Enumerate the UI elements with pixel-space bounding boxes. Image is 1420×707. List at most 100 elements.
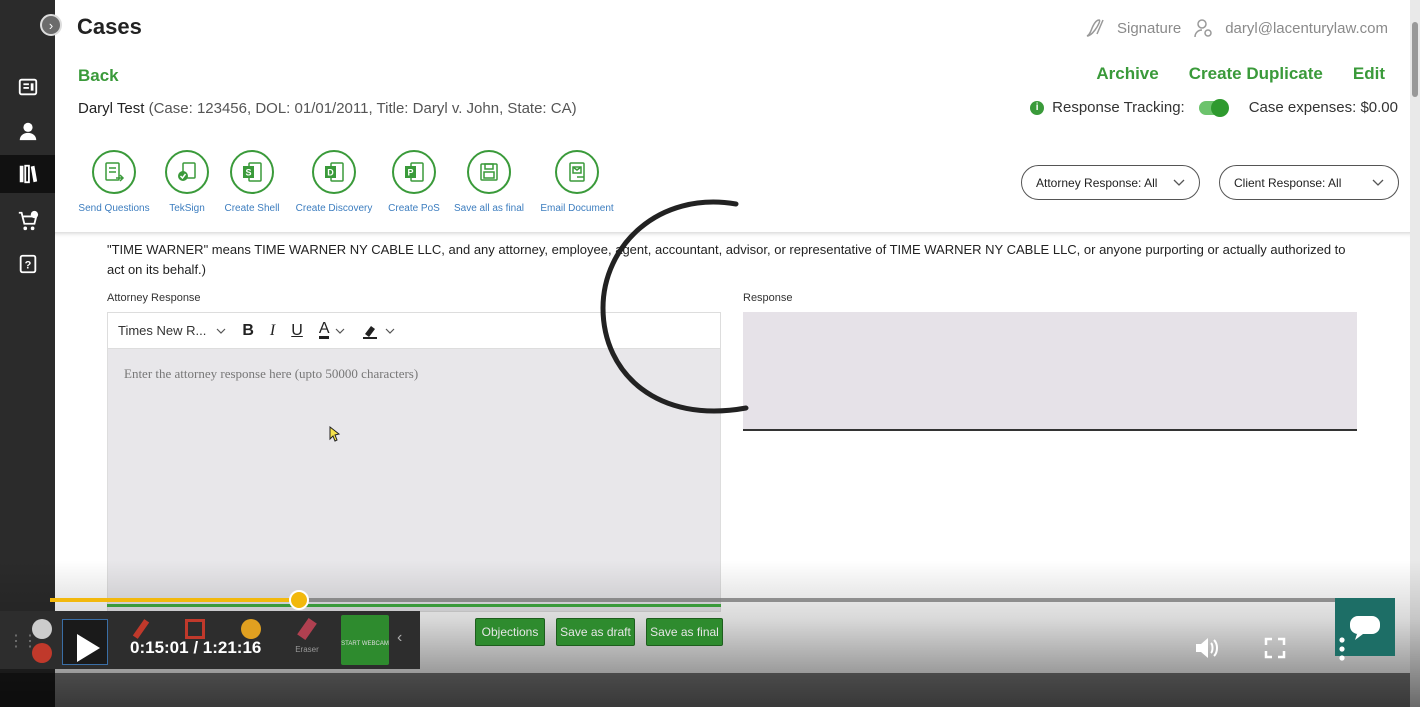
chevron-down-icon — [216, 328, 226, 334]
windows-taskbar — [0, 673, 1410, 707]
publisher-icon: P — [405, 162, 424, 182]
send-questions-label: Send Questions — [78, 203, 150, 214]
underline-button[interactable]: U — [291, 322, 303, 340]
attorney-response-filter[interactable]: Attorney Response: All — [1021, 165, 1200, 200]
teksign-label: TekSign — [169, 203, 205, 214]
signature-pen-icon — [1086, 19, 1104, 37]
cart-icon — [18, 210, 38, 231]
sidebar-collapse-button[interactable]: › — [40, 14, 62, 36]
drag-handle-icon[interactable]: ⋮⋮ — [8, 631, 38, 651]
case-detail: (Case: 123456, DOL: 01/01/2011, Title: D… — [148, 100, 577, 117]
font-family-value: Times New R... — [118, 323, 207, 338]
editor-placeholder: Enter the attorney response here (upto 5… — [124, 366, 419, 381]
sidebar-item-help[interactable]: ? — [0, 245, 55, 283]
email-document-icon — [569, 162, 585, 182]
case-info: Daryl Test (Case: 123456, DOL: 01/01/201… — [78, 100, 577, 117]
header-right: Signature daryl@lacenturylaw.com — [1083, 16, 1388, 40]
scrollbar-thumb[interactable] — [1412, 22, 1418, 97]
chevron-left-icon[interactable]: ‹ — [397, 629, 402, 647]
sidebar-item-cart[interactable] — [0, 202, 55, 240]
sidebar-item-library[interactable] — [0, 155, 55, 193]
case-actions: Archive Create Duplicate Edit — [1096, 64, 1385, 84]
highlighter-icon — [363, 325, 378, 339]
volume-icon[interactable] — [1193, 634, 1221, 662]
case-expenses: Case expenses: $0.00 — [1248, 99, 1398, 116]
pen-icon — [132, 619, 150, 639]
eraser-label: Eraser — [295, 645, 319, 654]
info-icon: i — [1030, 100, 1045, 115]
document-list-icon — [18, 78, 37, 96]
loading-spinner-icon — [600, 199, 749, 414]
excel-icon: S — [243, 162, 262, 182]
archive-button[interactable]: Archive — [1096, 64, 1158, 84]
attorney-response-label: Attorney Response — [107, 292, 201, 304]
attorney-response-filter-value: Attorney Response: All — [1036, 175, 1158, 190]
help-icon: ? — [19, 254, 36, 274]
chevron-down-icon — [336, 328, 345, 334]
mouse-cursor-icon — [329, 426, 341, 442]
teksign-button[interactable]: TekSign — [161, 150, 213, 214]
response-tracking-toggle[interactable] — [1198, 98, 1229, 117]
sidebar-item-cases-list[interactable] — [0, 68, 55, 106]
case-name: Daryl Test — [78, 100, 145, 117]
save-disk-icon — [480, 163, 498, 181]
pause-record-button[interactable] — [32, 619, 52, 639]
send-questions-icon — [105, 162, 125, 182]
chevron-down-icon — [1372, 179, 1384, 186]
svg-text:?: ? — [24, 260, 31, 272]
edit-button[interactable]: Edit — [1353, 64, 1385, 84]
create-pos-button[interactable]: P Create PoS — [386, 150, 442, 214]
sidebar-item-users[interactable] — [0, 112, 55, 150]
start-webcam-label: START WEBCAM — [341, 641, 389, 647]
create-pos-label: Create PoS — [388, 203, 440, 214]
fullscreen-icon[interactable] — [1263, 636, 1287, 660]
svg-text:S: S — [245, 168, 251, 178]
text-color-button[interactable]: A — [318, 320, 346, 339]
emoji-icon — [241, 619, 261, 639]
svg-text:P: P — [407, 168, 413, 178]
response-tracking: i Response Tracking: Case expenses: $0.0… — [1030, 98, 1398, 117]
rectangle-icon — [185, 619, 205, 639]
response-tracking-label: Response Tracking: — [1052, 99, 1185, 116]
video-frame: ? › Cases Signature daryl@lacenturylaw.c… — [0, 0, 1420, 707]
back-link[interactable]: Back — [78, 66, 119, 86]
user-icon — [19, 122, 36, 141]
create-shell-label: Create Shell — [224, 203, 280, 214]
start-webcam-button[interactable]: START WEBCAM — [341, 615, 389, 665]
italic-button[interactable]: I — [270, 322, 275, 340]
page-title: Cases — [77, 14, 142, 39]
chevron-right-icon: › — [48, 17, 54, 33]
client-response-filter[interactable]: Client Response: All — [1219, 165, 1399, 200]
client-response-filter-value: Client Response: All — [1234, 175, 1342, 190]
text-color-icon: A — [318, 320, 330, 339]
create-discovery-button[interactable]: D Create Discovery — [293, 150, 375, 214]
objections-button[interactable]: Objections — [475, 618, 545, 646]
teksign-icon — [178, 162, 196, 181]
send-questions-button[interactable]: Send Questions — [78, 150, 150, 214]
create-shell-button[interactable]: S Create Shell — [222, 150, 282, 214]
save-all-final-label: Save all as final — [453, 203, 525, 214]
books-icon — [19, 164, 37, 184]
eraser-icon — [297, 617, 317, 641]
play-icon[interactable] — [74, 632, 102, 664]
save-draft-button[interactable]: Save as draft — [556, 618, 635, 646]
user-email[interactable]: daryl@lacenturylaw.com — [1225, 20, 1388, 37]
save-final-button[interactable]: Save as final — [646, 618, 723, 646]
save-all-final-button[interactable]: Save all as final — [452, 150, 526, 214]
word-icon: D — [325, 162, 344, 182]
more-options-icon[interactable] — [1335, 636, 1349, 662]
svg-text:D: D — [327, 168, 334, 178]
create-duplicate-button[interactable]: Create Duplicate — [1189, 64, 1323, 84]
stop-record-button[interactable] — [32, 643, 52, 663]
chevron-down-icon — [1173, 179, 1185, 186]
video-progress-fill — [50, 598, 300, 602]
video-progress-bar[interactable] — [50, 590, 1370, 610]
bold-button[interactable]: B — [242, 322, 254, 340]
client-response-box[interactable] — [743, 312, 1357, 431]
editor-bottom-border — [107, 604, 721, 607]
highlight-button[interactable] — [361, 322, 395, 340]
chevron-down-icon — [386, 328, 395, 334]
recorder-tool-eraser[interactable]: Eraser — [284, 617, 330, 665]
signature-link[interactable]: Signature — [1117, 20, 1181, 37]
font-family-select[interactable]: Times New R... — [118, 323, 226, 338]
